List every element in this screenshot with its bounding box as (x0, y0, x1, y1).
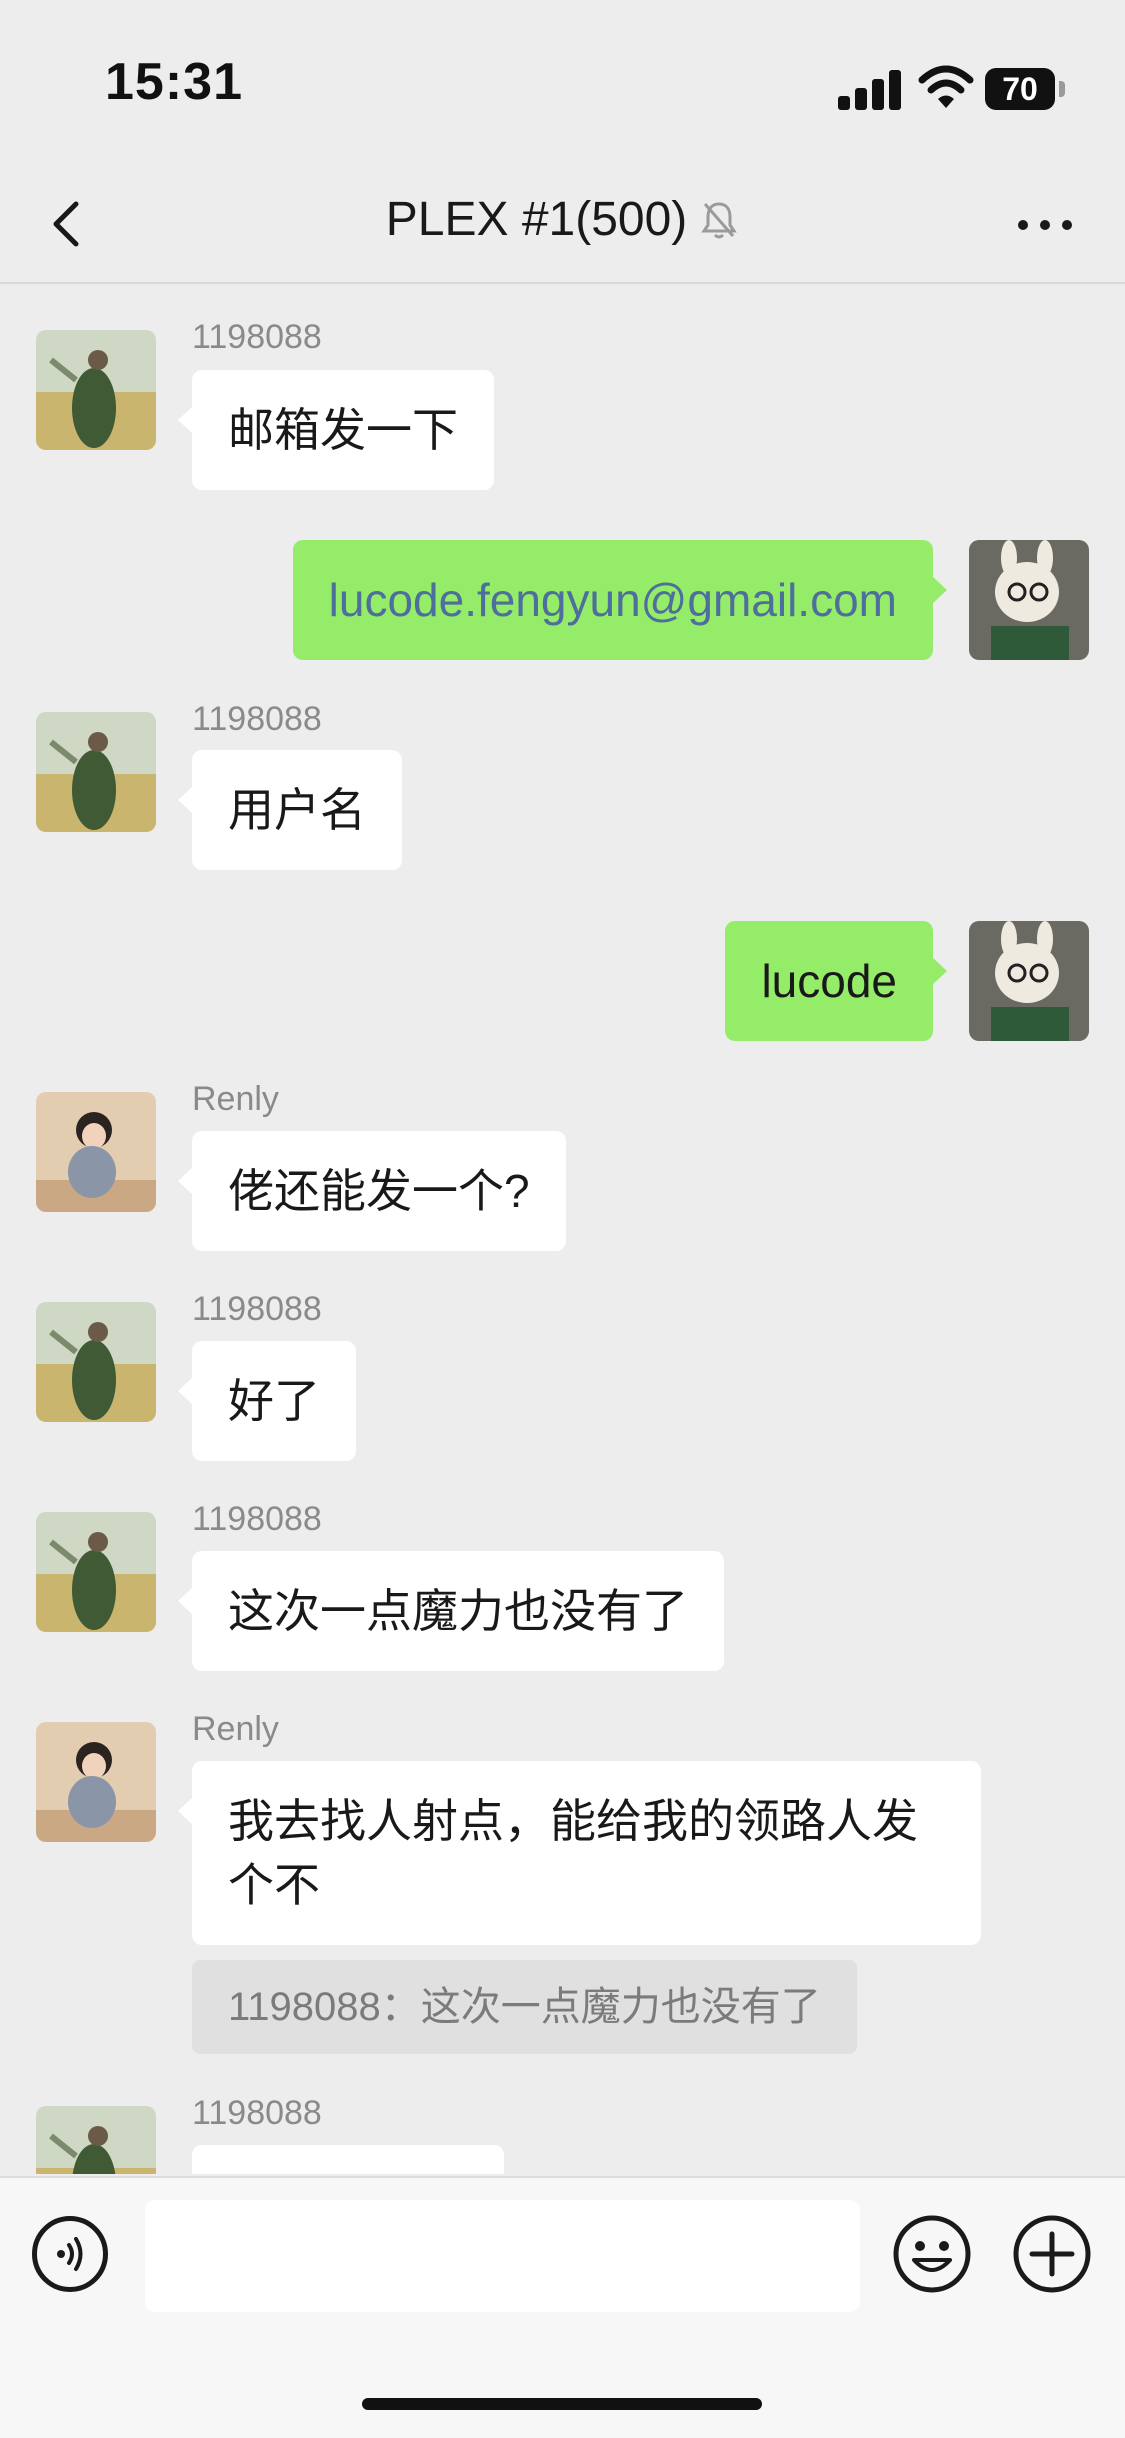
avatar-renly[interactable] (36, 1722, 156, 1842)
chat-area[interactable]: 1198088 邮箱发一下 lucode.fengyun@gmail.com 1… (0, 284, 1125, 2174)
message-input[interactable] (145, 2200, 860, 2312)
wifi-icon (918, 65, 974, 108)
nav-bar: PLEX #1(500) (0, 170, 1125, 284)
message-bubble[interactable]: 用户名 (178, 750, 402, 870)
chat-title-bar: PLEX #1(500) (0, 192, 1125, 247)
sender-name: 1198088 (192, 1500, 322, 1538)
sender-name: 1198088 (192, 1290, 322, 1328)
cellular-signal-icon (838, 68, 901, 110)
battery-level: 70 (985, 68, 1055, 110)
message-bubble[interactable]: 我去找人射点，能给我的领路人发个不 (178, 1761, 981, 1945)
message-bubble[interactable]: 邮箱发一下 (178, 370, 494, 490)
avatar-1198088[interactable] (36, 1302, 156, 1422)
quoted-message[interactable]: 1198088：这次一点魔力也没有了 (192, 1960, 857, 2054)
avatar-renly[interactable] (36, 1092, 156, 1212)
battery-icon: 70 (985, 68, 1065, 110)
more-dots-icon[interactable] (1010, 200, 1080, 250)
avatar-self[interactable] (969, 540, 1089, 660)
sender-name: Renly (192, 1710, 279, 1748)
sender-name: 1198088 (192, 318, 322, 356)
message-bubble-outgoing[interactable]: lucode (725, 921, 947, 1041)
message-bubble-outgoing[interactable]: lucode.fengyun@gmail.com (292, 540, 948, 660)
avatar-1198088[interactable] (36, 712, 156, 832)
message-bubble[interactable]: 这次一点魔力也没有了 (178, 1551, 724, 1671)
sender-name: Renly (192, 1080, 279, 1118)
email-link[interactable]: lucode.fengyun@gmail.com (329, 574, 897, 626)
message-bubble[interactable]: 好了 (178, 1341, 356, 1461)
status-bar: 15:31 70 (0, 0, 1125, 170)
avatar-1198088[interactable] (36, 1512, 156, 1632)
sender-name: 1198088 (192, 2094, 322, 2132)
emoji-icon[interactable] (892, 2214, 972, 2294)
status-time: 15:31 (105, 53, 243, 111)
message-bubble[interactable] (192, 2145, 504, 2174)
message-bubble[interactable]: 佬还能发一个? (178, 1131, 566, 1251)
plus-icon[interactable] (1012, 2214, 1092, 2294)
avatar-self[interactable] (969, 921, 1089, 1041)
bell-slash-icon (701, 201, 738, 238)
voice-icon[interactable] (32, 2216, 108, 2292)
avatar-1198088[interactable] (36, 2106, 156, 2174)
chat-title: PLEX #1(500) (385, 193, 688, 246)
home-indicator[interactable] (362, 2398, 762, 2410)
sender-name: 1198088 (192, 700, 322, 738)
avatar-1198088[interactable] (36, 330, 156, 450)
